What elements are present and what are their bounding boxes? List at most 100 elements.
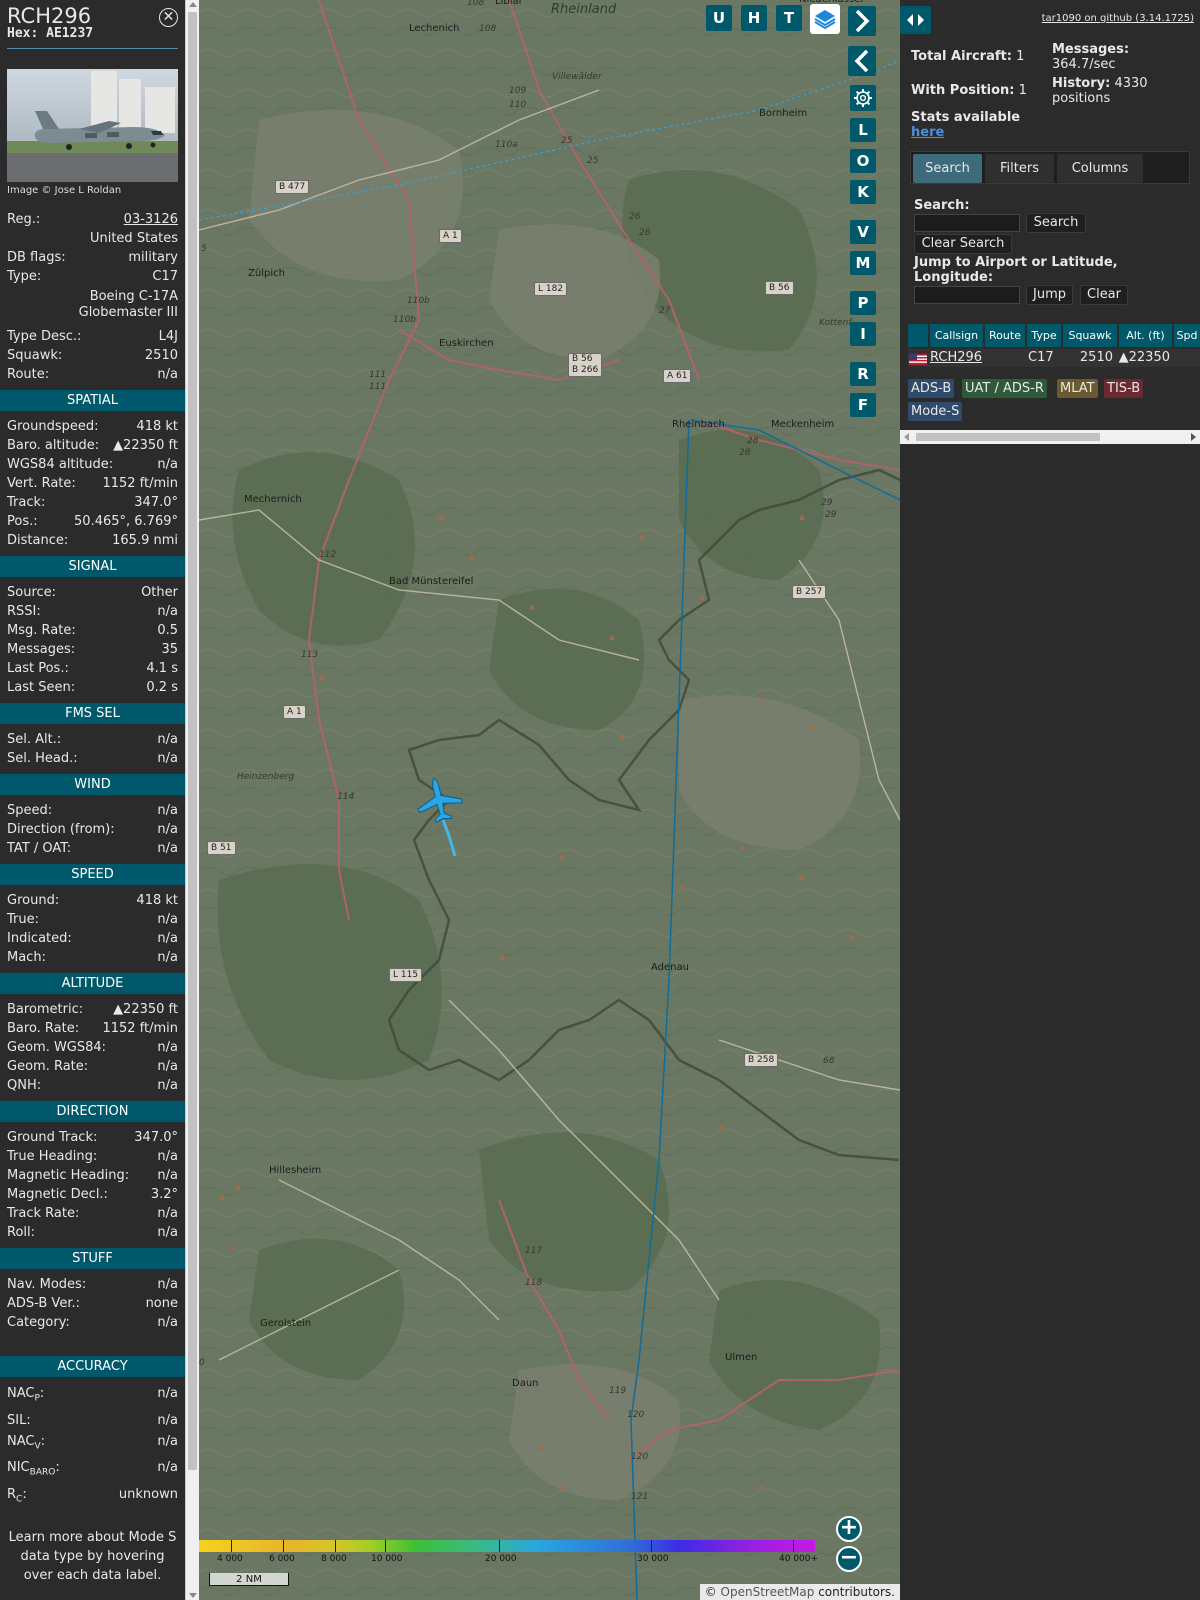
jump-button[interactable]: Jump [1026,285,1073,305]
map-place-label: Rheinland [551,2,617,17]
tab-filters[interactable]: Filters [985,154,1054,183]
altitude-label: 6 000 [269,1554,295,1564]
road-shield: A 61 [663,369,692,383]
osm-link[interactable]: OpenStreetMap [721,1585,815,1599]
aircraft-photo[interactable] [7,69,178,182]
col-speed[interactable]: Spd [1174,324,1200,347]
dbflags-label: DB flags: [7,250,66,265]
altitude-tick [651,1540,652,1552]
toolbar-button-v[interactable]: V [850,220,876,244]
scroll-left-icon[interactable] [904,433,909,441]
scroll-thumb[interactable] [188,12,197,1470]
collapse-left-button[interactable] [848,46,876,76]
dbflags-value: military [128,250,178,265]
signal-row: Msg. Rate: 0.5 [7,621,178,640]
zoom-out-button[interactable]: − [836,1546,862,1572]
road-shield: A 1 [439,229,462,243]
col-type[interactable]: Type [1027,324,1061,347]
info-panel-scrollbar[interactable] [185,0,199,1600]
tab-columns[interactable]: Columns [1057,154,1143,183]
speed-rows: Ground: 418 kt True: n/a Indicated: n/a Mach: n… [0,891,185,967]
search-input[interactable] [914,214,1020,232]
table-horizontal-scrollbar[interactable] [900,430,1200,444]
toolbar-button-t[interactable]: T [776,5,802,31]
signal-row: Messages: 35 [7,640,178,659]
row-callsign[interactable]: RCH296 [930,349,982,367]
chevron-right-icon [855,9,870,33]
scroll-down-icon[interactable] [189,1593,197,1598]
wind-row: Speed: n/a [7,801,178,820]
toolbar-button-o[interactable]: O [850,149,876,173]
col-altitude[interactable]: Alt. (ft) [1119,324,1172,347]
info-footer-note: Learn more about Mode S data type by hov… [8,1530,177,1584]
altitude-row: Baro. Rate: 1152 ft/min [7,1019,178,1038]
toolbar-button-h[interactable]: H [741,5,767,31]
aircraft-info-panel: RCH296 Hex: AE1237 ✕ Image © Jose L Rold… [0,0,185,1600]
type-full-1: Boeing C-17A [89,289,178,304]
col-callsign[interactable]: Callsign [930,324,983,347]
toolbar-button-p[interactable]: P [850,291,876,315]
altitude-label: 8 000 [321,1554,347,1564]
fms-value: n/a [157,732,178,747]
wind-label: Direction (from): [7,822,115,837]
row-altitude: ▲22350 [1118,350,1170,365]
scroll-right-icon[interactable] [1191,433,1196,441]
spatial-value: 165.9 nmi [112,533,178,548]
road-number: 5 [201,244,207,254]
toolbar-button-m[interactable]: M [850,251,876,275]
clear-button[interactable]: Clear [1080,285,1128,305]
road-number: 28 [747,436,759,446]
total-aircraft: Total Aircraft: 1 [911,49,1025,64]
hex-value: AE1237 [46,26,94,41]
map-place-label: Liblar [495,0,523,7]
col-squawk[interactable]: Squawk [1063,324,1117,347]
spatial-label: Vert. Rate: [7,476,76,491]
direction-label: True Heading: [7,1149,98,1164]
reg-link[interactable]: 03-3126 [124,210,178,229]
road-shield: B 51 [207,841,236,855]
table-row[interactable]: RCH296 C17 2510 ▲22350 [908,349,1200,367]
toolbar-button-f[interactable]: F [850,393,876,417]
direction-value: n/a [157,1149,178,1164]
toolbar-button-l[interactable]: L [850,118,876,142]
road-shield: L 115 [389,968,423,982]
search-button[interactable]: Search [1026,213,1086,233]
spatial-label: Groundspeed: [7,419,99,434]
stuff-value: n/a [157,1277,178,1292]
clear-search-button[interactable]: Clear Search [914,234,1012,254]
zoom-in-button[interactable]: + [836,1516,862,1542]
map-view[interactable]: Rheinland Liblar Lechenich Villewälder Bornh… [199,0,900,1600]
scroll-up-icon[interactable] [189,2,197,7]
us-flag-icon [909,353,927,365]
toggle-sidebar-button[interactable] [900,6,931,34]
toolbar-button-i[interactable]: I [850,322,876,346]
col-route[interactable]: Route [985,324,1025,347]
info-header: RCH296 Hex: AE1237 ✕ [0,0,185,41]
section-fms: FMS SEL [0,703,185,724]
version-link[interactable]: tar1090 on github (3.14.1725) [1042,13,1194,24]
toolbar-button-k[interactable]: K [850,180,876,204]
direction-label: Track Rate: [7,1206,80,1221]
toolbar-button-r[interactable]: R [850,362,876,386]
close-icon[interactable]: ✕ [159,8,178,27]
col-flag[interactable] [908,324,928,347]
road-number: 68 [823,1056,835,1066]
layers-button[interactable] [810,4,840,34]
stats-here-link[interactable]: here [911,125,944,140]
map-place-label: Zülpich [248,268,285,279]
hscroll-thumb[interactable] [916,433,1100,441]
toolbar-button-u[interactable]: U [706,5,732,31]
wind-label: Speed: [7,803,53,818]
road-number: 118 [525,1278,543,1288]
country-value: United States [89,231,178,246]
jump-input[interactable] [914,286,1020,304]
settings-button[interactable] [850,85,876,111]
map-terrain [199,0,900,1600]
spatial-value: 418 kt [136,419,178,434]
altitude-rows: Barometric: ▲22350 ft Baro. Rate: 1152 ft/m… [0,1000,185,1095]
tab-search[interactable]: Search [913,154,982,183]
squawk-value: 2510 [144,348,178,363]
typedesc-label: Type Desc.: [7,329,82,344]
expand-right-button[interactable] [848,6,876,36]
fms-row: Sel. Head.: n/a [7,749,178,768]
